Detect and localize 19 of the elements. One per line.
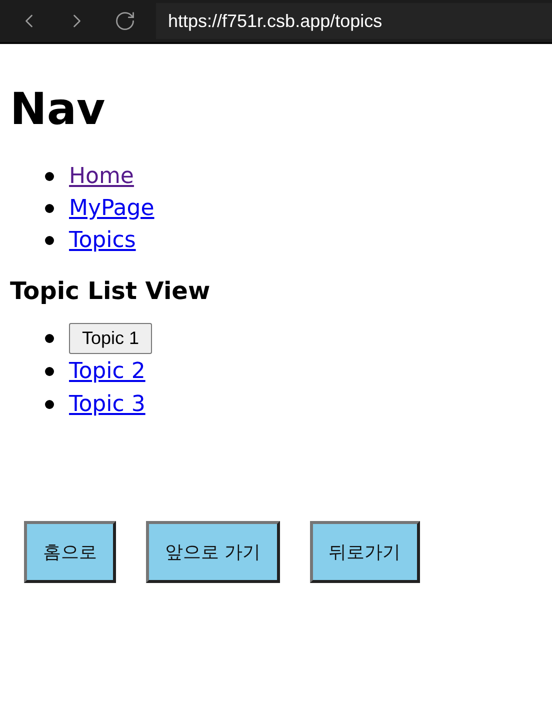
bullet-icon xyxy=(45,400,54,409)
nav-button[interactable]: 앞으로 가기 xyxy=(146,521,280,583)
section-heading: Topic List View xyxy=(10,276,212,307)
bullet-icon xyxy=(45,172,54,180)
nav-link[interactable]: MyPage xyxy=(69,192,154,224)
topic-button[interactable]: Topic 1 xyxy=(69,323,152,354)
topic-link[interactable]: Topic 2 xyxy=(69,355,146,388)
nav-button[interactable]: 홈으로 xyxy=(24,521,116,583)
reload-icon[interactable] xyxy=(114,10,136,32)
topic-link[interactable]: Topic 3 xyxy=(69,388,146,421)
bullet-icon xyxy=(45,236,54,244)
nav-button[interactable]: 뒤로가기 xyxy=(310,521,420,583)
bullet-icon xyxy=(45,367,54,376)
bullet-icon xyxy=(45,204,54,212)
nav-link[interactable]: Home xyxy=(69,160,134,192)
bullet-icon xyxy=(45,334,54,343)
address-bar[interactable]: https://f751r.csb.app/topics xyxy=(156,3,552,39)
nav-link[interactable]: Topics xyxy=(69,224,136,256)
page-title: Nav xyxy=(10,83,106,137)
